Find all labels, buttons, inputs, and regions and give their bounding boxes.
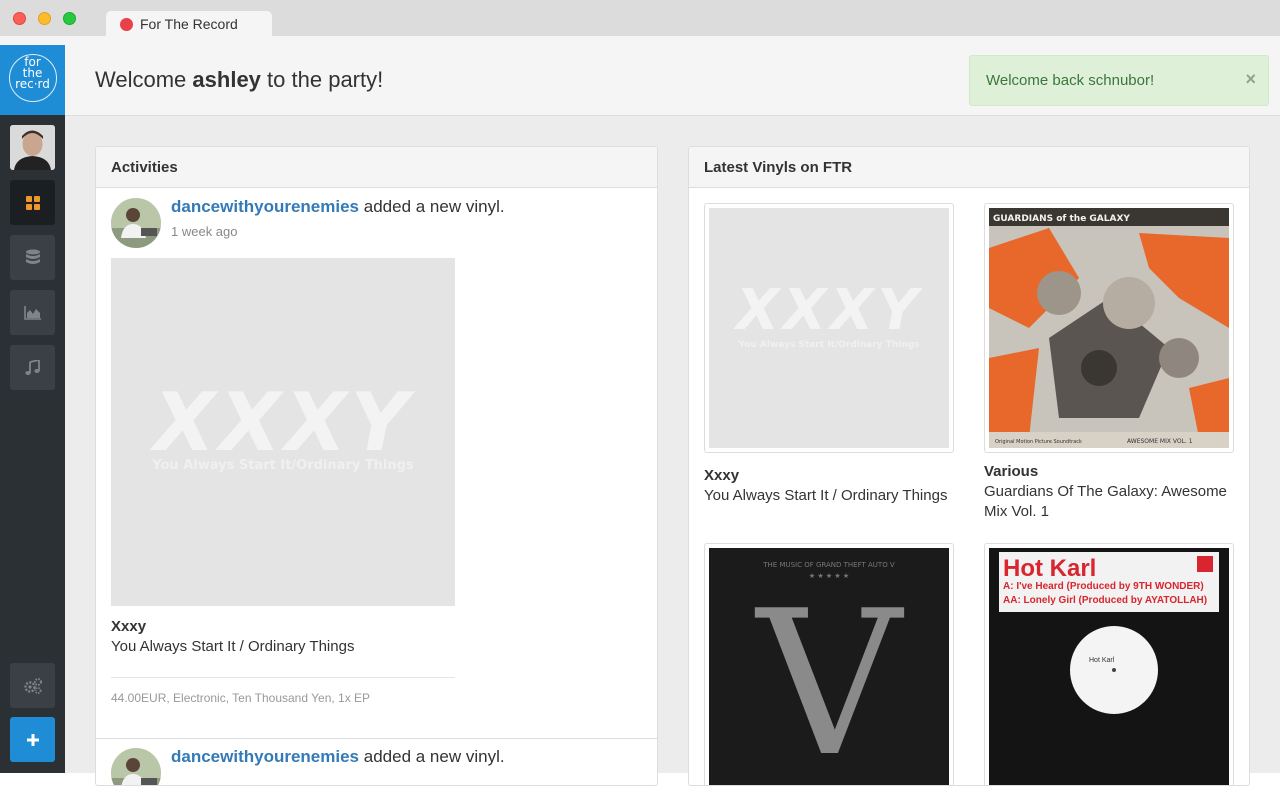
database-icon — [25, 249, 40, 264]
welcome-heading: Welcome ashley to the party! — [95, 67, 383, 93]
tab-strip — [0, 36, 1280, 45]
welcome-suffix: to the party! — [267, 67, 384, 92]
close-window-button[interactable] — [13, 12, 26, 25]
cover-art-footer: Original Motion Picture Soundtrack — [995, 439, 1082, 445]
tab-favicon-icon — [120, 18, 133, 31]
sidebar: for the rec·rd — [0, 45, 65, 773]
vinyl-card[interactable]: Hot Karl A: I've Heard (Produced by 9TH … — [984, 543, 1234, 785]
latest-vinyls-panel-header: Latest Vinyls on FTR — [689, 147, 1249, 188]
activity-action: added a new vinyl. — [363, 197, 505, 216]
gta-cover-art: THE MUSIC OF GRAND THEFT AUTO V ★ ★ ★ ★ … — [709, 548, 949, 786]
activity-artist: Xxxy — [111, 618, 147, 635]
activity-user-link[interactable]: dancewithyourenemies — [171, 197, 359, 216]
minimize-window-button[interactable] — [38, 12, 51, 25]
activity-cover-image[interactable]: XXXY You Always Start It/Ordinary Things — [111, 258, 455, 606]
activity-time: 1 week ago — [171, 224, 238, 239]
latest-vinyls-title: Latest Vinyls on FTR — [704, 159, 853, 176]
activity-action: added a new vinyl. — [363, 747, 505, 766]
user-avatar-image — [10, 125, 55, 170]
activity-divider — [111, 677, 455, 678]
cover-art-title: Hot Karl — [1003, 555, 1096, 582]
title-bar: For The Record — [0, 0, 1280, 45]
activity-user-avatar[interactable] — [111, 748, 161, 785]
vinyl-artist: Xxxy — [704, 467, 740, 484]
alert-close-button[interactable]: × — [1245, 69, 1256, 90]
settings-button[interactable] — [10, 663, 55, 708]
alert-message: Welcome back schnubor! — [986, 72, 1155, 89]
hot-karl-cover-art: Hot Karl A: I've Heard (Produced by 9TH … — [989, 548, 1229, 785]
sidebar-item-collection[interactable] — [10, 235, 55, 280]
zoom-window-button[interactable] — [63, 12, 76, 25]
page-header: Welcome ashley to the party! Welcome bac… — [65, 45, 1280, 116]
activity-user-link[interactable]: dancewithyourenemies — [171, 747, 359, 766]
browser-tab[interactable]: For The Record — [106, 11, 272, 37]
guardians-cover-art: GUARDIANS of the GALAXY Original Motion … — [989, 208, 1229, 448]
music-icon — [25, 359, 40, 375]
activity-separator — [96, 738, 657, 739]
vinyl-label-text: Hot Karl — [1089, 657, 1115, 664]
main-content: Welcome ashley to the party! Welcome bac… — [65, 45, 1280, 786]
vinyl-card[interactable]: THE MUSIC OF GRAND THEFT AUTO V ★ ★ ★ ★ … — [704, 543, 954, 786]
cover-art-title: V — [755, 568, 905, 786]
activities-panel: Activities dancewithyourenemies added a … — [95, 146, 658, 786]
vinyl-artist: Various — [984, 463, 1039, 480]
vinyl-cover-image: THE MUSIC OF GRAND THEFT AUTO V ★ ★ ★ ★ … — [709, 548, 949, 786]
tab-title: For The Record — [140, 16, 238, 32]
avatar-image — [111, 198, 161, 248]
cover-art-subtitle: You Always Start It/Ordinary Things — [152, 458, 414, 473]
plus-icon — [26, 733, 39, 746]
cover-art-line: AA: Lonely Girl (Produced by AYATOLLAH) — [1003, 595, 1207, 606]
welcome-username: ashley — [192, 67, 261, 92]
activity-album: You Always Start It / Ordinary Things — [111, 638, 355, 655]
latest-vinyls-panel: Latest Vinyls on FTR XXXY You Always Sta… — [688, 146, 1250, 786]
activity-line: dancewithyourenemies added a new vinyl. — [171, 197, 505, 217]
chart-icon — [23, 305, 41, 320]
activity-line: dancewithyourenemies added a new vinyl. — [171, 747, 505, 767]
cover-art-line: A: I've Heard (Produced by 9TH WONDER) — [1003, 581, 1204, 592]
welcome-prefix: Welcome — [95, 67, 187, 92]
cover-art-mix: AWESOME MIX VOL. 1 — [1127, 438, 1193, 445]
logo-text-line: rec·rd — [15, 77, 50, 91]
vinyl-cover-image: Hot Karl A: I've Heard (Produced by 9TH … — [989, 548, 1229, 785]
activity-meta: 44.00EUR, Electronic, Ten Thousand Yen, … — [111, 691, 371, 705]
activities-title: Activities — [111, 159, 178, 176]
vinyl-album: Guardians Of The Galaxy: Awesome Mix Vol… — [984, 482, 1227, 522]
vinyl-cover-image: GUARDIANS of the GALAXY Original Motion … — [989, 208, 1229, 448]
activities-panel-header: Activities — [96, 147, 657, 188]
sidebar-item-music[interactable] — [10, 345, 55, 390]
add-vinyl-button[interactable] — [10, 717, 55, 762]
user-avatar[interactable] — [10, 125, 55, 170]
activity-user-avatar[interactable] — [111, 198, 161, 248]
vinyl-card[interactable]: XXXY You Always Start It/Ordinary Things — [704, 203, 954, 453]
vinyl-album: You Always Start It / Ordinary Things — [704, 487, 948, 504]
sidebar-item-dashboard[interactable] — [10, 180, 55, 225]
welcome-alert: Welcome back schnubor! × — [969, 55, 1269, 106]
cover-art-title: XXXY — [735, 278, 923, 343]
app-logo[interactable]: for the rec·rd — [0, 45, 65, 115]
vinyl-album-line: Guardians Of The Galaxy: Awesome — [984, 483, 1227, 500]
vinyl-cover-image: XXXY You Always Start It/Ordinary Things — [709, 208, 949, 448]
dashboard-icon — [25, 195, 40, 210]
logo-text: for the rec·rd — [0, 56, 65, 91]
gears-icon — [23, 677, 42, 694]
avatar-image — [111, 748, 161, 785]
vinyl-album-line: Mix Vol. 1 — [984, 503, 1050, 520]
app-window: For The Record for the rec·rd Welcome as… — [0, 0, 1280, 786]
cover-art-title: XXXY — [153, 376, 413, 469]
sidebar-item-statistics[interactable] — [10, 290, 55, 335]
cover-art-title: GUARDIANS of the GALAXY — [993, 214, 1130, 224]
vinyl-card[interactable]: GUARDIANS of the GALAXY Original Motion … — [984, 203, 1234, 453]
cover-art-subtitle: You Always Start It/Ordinary Things — [738, 340, 920, 350]
